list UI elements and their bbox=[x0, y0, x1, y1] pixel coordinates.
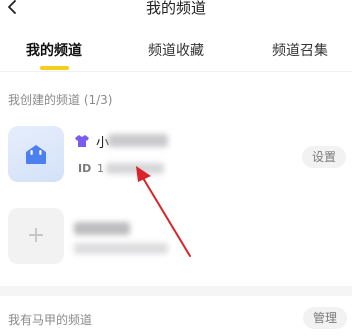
redacted-channel-id bbox=[106, 163, 164, 174]
alt-account-channels-heading: 我有马甲的频道 bbox=[8, 313, 93, 327]
shirt-badge-icon bbox=[75, 135, 89, 147]
channel-list-item[interactable]: 小 ID 1 设置 bbox=[0, 118, 352, 198]
create-channel-avatar: + bbox=[8, 208, 64, 264]
channel-id-value: 1 bbox=[97, 162, 104, 175]
section-divider bbox=[0, 286, 352, 296]
channel-id-label: ID bbox=[78, 162, 92, 175]
plus-icon: + bbox=[26, 223, 46, 248]
top-bar: 我的频道 bbox=[0, 0, 352, 22]
redacted-create-title bbox=[74, 222, 130, 235]
manage-button[interactable]: 管理 bbox=[303, 307, 348, 329]
page-title: 我的频道 bbox=[145, 0, 206, 17]
tab-channel-recruit[interactable]: 频道召集 bbox=[272, 40, 328, 60]
channel-home-icon bbox=[26, 145, 46, 164]
tab-my-channels[interactable]: 我的频道 bbox=[26, 40, 82, 60]
channel-avatar bbox=[8, 126, 64, 182]
created-channels-heading: 我创建的频道 (1/3) bbox=[8, 93, 113, 107]
create-channel-item[interactable]: + bbox=[0, 200, 352, 280]
tab-bar: 我的频道 频道收藏 频道召集 bbox=[0, 32, 352, 72]
settings-button[interactable]: 设置 bbox=[302, 146, 347, 168]
active-tab-indicator bbox=[40, 66, 69, 70]
tab-channel-favorites[interactable]: 频道收藏 bbox=[148, 40, 204, 60]
redacted-channel-name bbox=[108, 134, 168, 147]
redacted-create-subtitle bbox=[74, 243, 168, 254]
